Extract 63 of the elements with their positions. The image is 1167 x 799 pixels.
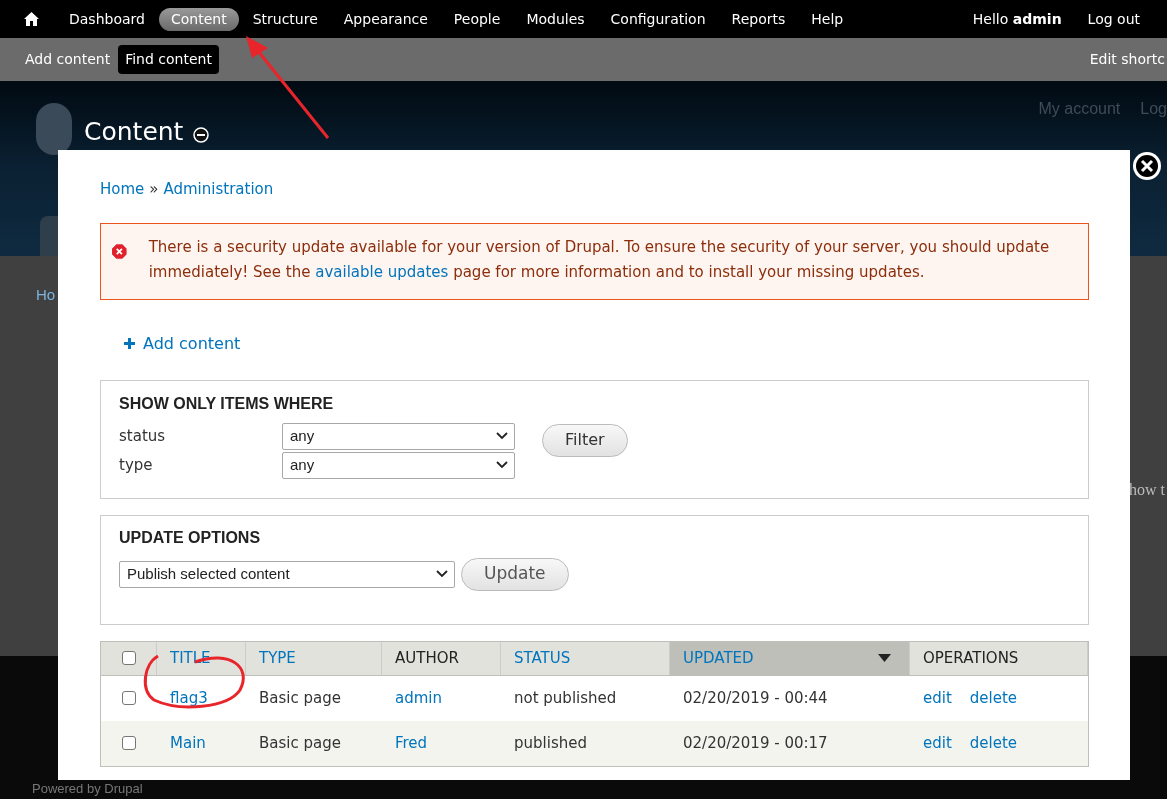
filter-legend: SHOW ONLY ITEMS WHERE <box>119 391 1070 416</box>
breadcrumb-link[interactable]: Administration <box>163 178 274 201</box>
home-icon[interactable] <box>24 12 39 26</box>
update-legend: UPDATE OPTIONS <box>119 525 1070 550</box>
chevron-down-icon <box>496 432 508 440</box>
body-text: how t <box>1129 480 1165 500</box>
table-cell: Basic page <box>259 688 341 707</box>
page-title: Content <box>84 116 184 148</box>
author-link[interactable]: admin <box>395 688 442 707</box>
toolbar-link[interactable]: Modules <box>514 7 597 31</box>
column-header: AUTHOR <box>382 641 501 675</box>
add-content-link[interactable]: Add content <box>124 331 241 356</box>
table-cell: 02/20/2019 - 00:17 <box>683 733 828 752</box>
column-header: OPERATIONS <box>910 641 1088 675</box>
filter-label: status <box>119 425 167 447</box>
operation-link[interactable]: edit <box>923 686 952 710</box>
filter-label: type <box>119 454 154 476</box>
table-cell: not published <box>514 688 617 707</box>
edit-shortcuts-link[interactable]: Edit shortc <box>1089 49 1165 70</box>
available-updates-link[interactable]: available updates <box>315 262 449 281</box>
greeting: Hello admin <box>972 9 1062 29</box>
operation-select[interactable]: Publish selected content <box>119 560 455 588</box>
checkbox[interactable] <box>122 691 136 705</box>
column-header[interactable]: UPDATED <box>670 641 910 675</box>
close-icon[interactable] <box>1132 151 1162 181</box>
plus-icon <box>124 338 135 349</box>
shortcut-link[interactable]: Find content <box>118 45 219 74</box>
toolbar-link[interactable]: Content <box>158 7 239 31</box>
chevron-down-icon <box>496 461 508 469</box>
title-link[interactable]: flag3 <box>170 688 208 707</box>
breadcrumb-link[interactable]: Home <box>100 178 145 201</box>
collapse-icon[interactable] <box>193 126 210 143</box>
shortcut-link[interactable]: Add content <box>18 45 118 74</box>
table-cell: 02/20/2019 - 00:44 <box>683 688 828 707</box>
breadcrumb: Ho <box>36 285 56 305</box>
toolbar-link[interactable]: Appearance <box>331 7 440 31</box>
toolbar-link[interactable]: Configuration <box>598 7 718 31</box>
filter-select[interactable]: any <box>282 451 515 479</box>
column-header[interactable]: TITLE <box>157 641 246 675</box>
toolbar-link[interactable]: People <box>441 7 513 31</box>
table-cell: published <box>514 733 587 752</box>
breadcrumb-separator: » <box>149 179 159 200</box>
toolbar-link[interactable]: Structure <box>240 7 330 31</box>
operation-link[interactable]: edit <box>923 731 952 755</box>
table-cell: Basic page <box>259 733 341 752</box>
filter-select[interactable]: any <box>282 422 515 450</box>
checkbox[interactable] <box>121 651 136 665</box>
checkbox[interactable] <box>122 736 136 750</box>
operation-link[interactable]: delete <box>969 686 1018 710</box>
footer-text: Powered by Drupal <box>32 781 143 796</box>
sort-descending-icon <box>878 654 891 662</box>
chevron-down-icon <box>436 570 448 578</box>
operation-link[interactable]: delete <box>969 731 1018 755</box>
update-button[interactable]: Update <box>461 557 569 591</box>
column-header[interactable]: TYPE <box>246 641 382 675</box>
toolbar-link[interactable]: Reports <box>719 7 798 31</box>
message-text: There is a security update available for your version of Drupal. To ensure the security of your server, you should update immediately! See the available updates page for more information and to install your missing updates. <box>148 236 1051 283</box>
toolbar-link[interactable]: Help <box>799 7 856 31</box>
filter-button[interactable]: Filter <box>542 423 628 457</box>
title-link[interactable]: Main <box>170 733 206 752</box>
logout-link[interactable]: Log out <box>1087 8 1140 30</box>
author-link[interactable]: Fred <box>395 733 428 752</box>
toolbar-link[interactable]: Dashboard <box>57 7 157 31</box>
